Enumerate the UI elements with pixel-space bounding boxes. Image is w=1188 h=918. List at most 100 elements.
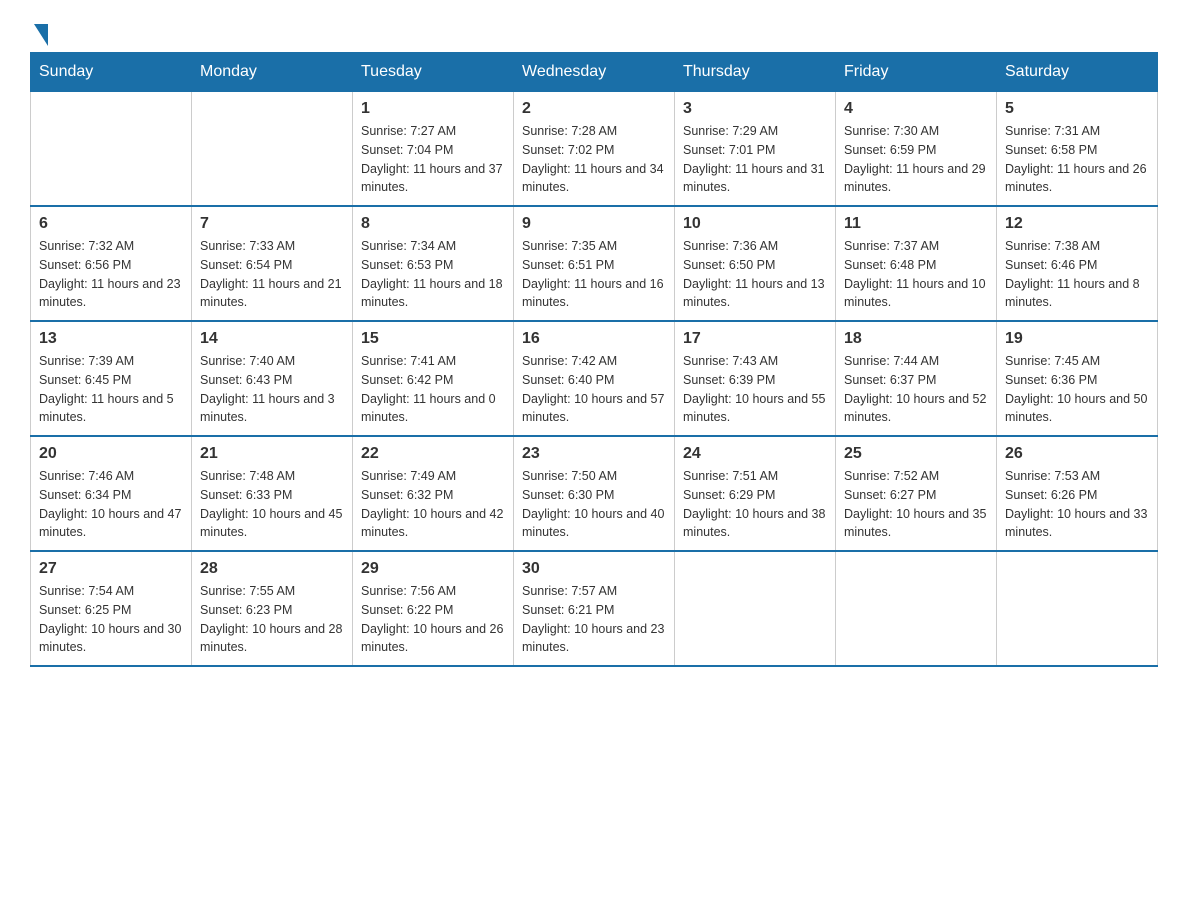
calendar-cell: 2 Sunrise: 7:28 AMSunset: 7:02 PMDaylight… [514, 92, 675, 207]
weekday-header-monday: Monday [192, 53, 353, 92]
calendar-cell: 13 Sunrise: 7:39 AMSunset: 6:45 PMDayligh… [31, 321, 192, 436]
calendar-cell: 7 Sunrise: 7:33 AMSunset: 6:54 PMDaylight… [192, 206, 353, 321]
day-info: Sunrise: 7:32 AMSunset: 6:56 PMDaylight:… [39, 237, 183, 312]
calendar-cell: 9 Sunrise: 7:35 AMSunset: 6:51 PMDaylight… [514, 206, 675, 321]
day-number: 7 [200, 215, 344, 233]
day-number: 27 [39, 560, 183, 578]
day-number: 5 [1005, 100, 1149, 118]
calendar-cell: 14 Sunrise: 7:40 AMSunset: 6:43 PMDayligh… [192, 321, 353, 436]
day-info: Sunrise: 7:48 AMSunset: 6:33 PMDaylight:… [200, 467, 344, 542]
calendar-week-row: 20 Sunrise: 7:46 AMSunset: 6:34 PMDayligh… [31, 436, 1158, 551]
day-number: 20 [39, 445, 183, 463]
calendar-cell: 8Sunrise: 7:34 AMSunset: 6:53 PMDaylight… [353, 206, 514, 321]
calendar-cell: 3 Sunrise: 7:29 AMSunset: 7:01 PMDaylight… [675, 92, 836, 207]
day-info: Sunrise: 7:51 AMSunset: 6:29 PMDaylight:… [683, 467, 827, 542]
day-number: 23 [522, 445, 666, 463]
day-number: 4 [844, 100, 988, 118]
calendar-cell: 6 Sunrise: 7:32 AMSunset: 6:56 PMDaylight… [31, 206, 192, 321]
day-info: Sunrise: 7:55 AMSunset: 6:23 PMDaylight:… [200, 582, 344, 657]
day-info: Sunrise: 7:43 AMSunset: 6:39 PMDaylight:… [683, 352, 827, 427]
day-info: Sunrise: 7:45 AMSunset: 6:36 PMDaylight:… [1005, 352, 1149, 427]
calendar-cell: 21 Sunrise: 7:48 AMSunset: 6:33 PMDayligh… [192, 436, 353, 551]
calendar-cell: 23 Sunrise: 7:50 AMSunset: 6:30 PMDayligh… [514, 436, 675, 551]
weekday-header-friday: Friday [836, 53, 997, 92]
day-number: 13 [39, 330, 183, 348]
day-info: Sunrise: 7:57 AMSunset: 6:21 PMDaylight:… [522, 582, 666, 657]
calendar-cell: 30 Sunrise: 7:57 AMSunset: 6:21 PMDayligh… [514, 551, 675, 666]
weekday-header-tuesday: Tuesday [353, 53, 514, 92]
calendar-cell: 25 Sunrise: 7:52 AMSunset: 6:27 PMDayligh… [836, 436, 997, 551]
calendar-cell: 24 Sunrise: 7:51 AMSunset: 6:29 PMDayligh… [675, 436, 836, 551]
calendar-cell: 16Sunrise: 7:42 AMSunset: 6:40 PMDayligh… [514, 321, 675, 436]
calendar-cell: 5 Sunrise: 7:31 AMSunset: 6:58 PMDaylight… [997, 92, 1158, 207]
calendar-cell: 22Sunrise: 7:49 AMSunset: 6:32 PMDayligh… [353, 436, 514, 551]
day-number: 3 [683, 100, 827, 118]
day-info: Sunrise: 7:49 AMSunset: 6:32 PMDaylight:… [361, 467, 505, 542]
day-number: 28 [200, 560, 344, 578]
calendar-cell: 29 Sunrise: 7:56 AMSunset: 6:22 PMDayligh… [353, 551, 514, 666]
day-info: Sunrise: 7:39 AMSunset: 6:45 PMDaylight:… [39, 352, 183, 427]
weekday-header-saturday: Saturday [997, 53, 1158, 92]
day-info: Sunrise: 7:36 AMSunset: 6:50 PMDaylight:… [683, 237, 827, 312]
day-info: Sunrise: 7:52 AMSunset: 6:27 PMDaylight:… [844, 467, 988, 542]
day-number: 25 [844, 445, 988, 463]
day-number: 24 [683, 445, 827, 463]
calendar-cell [192, 92, 353, 207]
calendar-cell [836, 551, 997, 666]
day-number: 9 [522, 215, 666, 233]
day-number: 2 [522, 100, 666, 118]
weekday-header-thursday: Thursday [675, 53, 836, 92]
day-info: Sunrise: 7:29 AMSunset: 7:01 PMDaylight:… [683, 122, 827, 197]
day-info: Sunrise: 7:54 AMSunset: 6:25 PMDaylight:… [39, 582, 183, 657]
day-number: 19 [1005, 330, 1149, 348]
weekday-header-row: SundayMondayTuesdayWednesdayThursdayFrid… [31, 53, 1158, 92]
day-info: Sunrise: 7:30 AMSunset: 6:59 PMDaylight:… [844, 122, 988, 197]
calendar-cell: 27 Sunrise: 7:54 AMSunset: 6:25 PMDayligh… [31, 551, 192, 666]
day-info: Sunrise: 7:40 AMSunset: 6:43 PMDaylight:… [200, 352, 344, 427]
day-number: 17 [683, 330, 827, 348]
calendar-cell: 1 Sunrise: 7:27 AMSunset: 7:04 PMDaylight… [353, 92, 514, 207]
day-number: 11 [844, 215, 988, 233]
calendar-cell: 11 Sunrise: 7:37 AMSunset: 6:48 PMDayligh… [836, 206, 997, 321]
weekday-header-sunday: Sunday [31, 53, 192, 92]
day-info: Sunrise: 7:31 AMSunset: 6:58 PMDaylight:… [1005, 122, 1149, 197]
calendar-week-row: 27 Sunrise: 7:54 AMSunset: 6:25 PMDayligh… [31, 551, 1158, 666]
calendar-cell: 10Sunrise: 7:36 AMSunset: 6:50 PMDayligh… [675, 206, 836, 321]
day-info: Sunrise: 7:35 AMSunset: 6:51 PMDaylight:… [522, 237, 666, 312]
day-number: 15 [361, 330, 505, 348]
day-number: 21 [200, 445, 344, 463]
day-info: Sunrise: 7:56 AMSunset: 6:22 PMDaylight:… [361, 582, 505, 657]
calendar-cell: 17 Sunrise: 7:43 AMSunset: 6:39 PMDayligh… [675, 321, 836, 436]
day-number: 1 [361, 100, 505, 118]
day-number: 26 [1005, 445, 1149, 463]
day-info: Sunrise: 7:27 AMSunset: 7:04 PMDaylight:… [361, 122, 505, 197]
calendar-cell: 19 Sunrise: 7:45 AMSunset: 6:36 PMDayligh… [997, 321, 1158, 436]
day-info: Sunrise: 7:44 AMSunset: 6:37 PMDaylight:… [844, 352, 988, 427]
calendar-cell [31, 92, 192, 207]
calendar-cell: 4 Sunrise: 7:30 AMSunset: 6:59 PMDaylight… [836, 92, 997, 207]
day-info: Sunrise: 7:41 AMSunset: 6:42 PMDaylight:… [361, 352, 505, 427]
day-number: 18 [844, 330, 988, 348]
calendar-week-row: 13 Sunrise: 7:39 AMSunset: 6:45 PMDayligh… [31, 321, 1158, 436]
day-info: Sunrise: 7:28 AMSunset: 7:02 PMDaylight:… [522, 122, 666, 197]
day-number: 30 [522, 560, 666, 578]
day-info: Sunrise: 7:50 AMSunset: 6:30 PMDaylight:… [522, 467, 666, 542]
day-info: Sunrise: 7:33 AMSunset: 6:54 PMDaylight:… [200, 237, 344, 312]
calendar-cell: 15 Sunrise: 7:41 AMSunset: 6:42 PMDayligh… [353, 321, 514, 436]
weekday-header-wednesday: Wednesday [514, 53, 675, 92]
calendar-cell: 28 Sunrise: 7:55 AMSunset: 6:23 PMDayligh… [192, 551, 353, 666]
day-number: 12 [1005, 215, 1149, 233]
day-info: Sunrise: 7:53 AMSunset: 6:26 PMDaylight:… [1005, 467, 1149, 542]
calendar-week-row: 1 Sunrise: 7:27 AMSunset: 7:04 PMDaylight… [31, 92, 1158, 207]
calendar-cell [675, 551, 836, 666]
calendar-cell: 18 Sunrise: 7:44 AMSunset: 6:37 PMDayligh… [836, 321, 997, 436]
day-number: 6 [39, 215, 183, 233]
calendar-cell: 26 Sunrise: 7:53 AMSunset: 6:26 PMDayligh… [997, 436, 1158, 551]
calendar-cell: 20 Sunrise: 7:46 AMSunset: 6:34 PMDayligh… [31, 436, 192, 551]
calendar-week-row: 6 Sunrise: 7:32 AMSunset: 6:56 PMDaylight… [31, 206, 1158, 321]
day-info: Sunrise: 7:37 AMSunset: 6:48 PMDaylight:… [844, 237, 988, 312]
day-number: 14 [200, 330, 344, 348]
day-number: 8 [361, 215, 505, 233]
day-number: 29 [361, 560, 505, 578]
day-info: Sunrise: 7:46 AMSunset: 6:34 PMDaylight:… [39, 467, 183, 542]
